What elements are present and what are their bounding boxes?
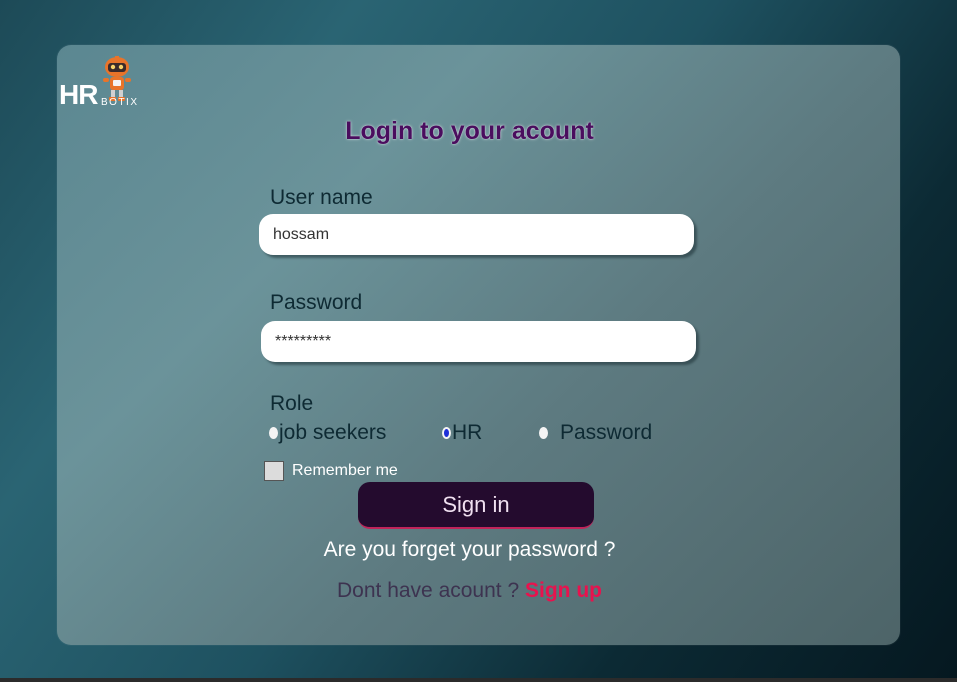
radio-job-seekers-indicator[interactable] — [269, 427, 278, 439]
logo-botix-text: BOTIX — [101, 97, 139, 108]
logo-hr-text: HR — [59, 79, 98, 110]
username-input[interactable] — [259, 214, 694, 255]
remember-me-row: Remember me — [264, 461, 398, 481]
forgot-password-link[interactable]: Are you forget your password ? — [57, 538, 882, 562]
radio-password-indicator[interactable] — [539, 427, 548, 439]
no-account-text: Dont have acount ? — [337, 579, 520, 602]
login-card: HR BOTIX Login to your acount User name … — [57, 45, 900, 645]
username-label: User name — [270, 186, 373, 209]
radio-hr[interactable]: HR — [442, 420, 482, 446]
sign-in-button[interactable]: Sign in — [358, 482, 594, 529]
role-label: Role — [270, 392, 314, 415]
sign-up-link[interactable]: Sign up — [525, 579, 602, 602]
radio-hr-indicator[interactable] — [442, 427, 451, 439]
radio-job-seekers-label: job seekers — [279, 421, 387, 444]
remember-me-checkbox[interactable] — [264, 461, 284, 481]
bottom-edge — [0, 678, 957, 682]
password-label: Password — [270, 291, 363, 314]
password-input[interactable] — [261, 321, 696, 362]
radio-job-seekers[interactable]: job seekers — [269, 420, 386, 446]
hrbotix-logo: HR BOTIX — [59, 55, 149, 113]
role-radio-group: job seekers HR Password — [269, 420, 689, 446]
signup-prompt: Dont have acount ? Sign up — [57, 579, 882, 603]
radio-password[interactable]: Password — [539, 420, 652, 446]
remember-me-label: Remember me — [292, 462, 398, 479]
radio-hr-label: HR — [452, 421, 483, 444]
robot-mascot-icon — [103, 56, 131, 101]
radio-password-label: Password — [560, 421, 653, 444]
page-title: Login to your acount — [345, 117, 594, 145]
